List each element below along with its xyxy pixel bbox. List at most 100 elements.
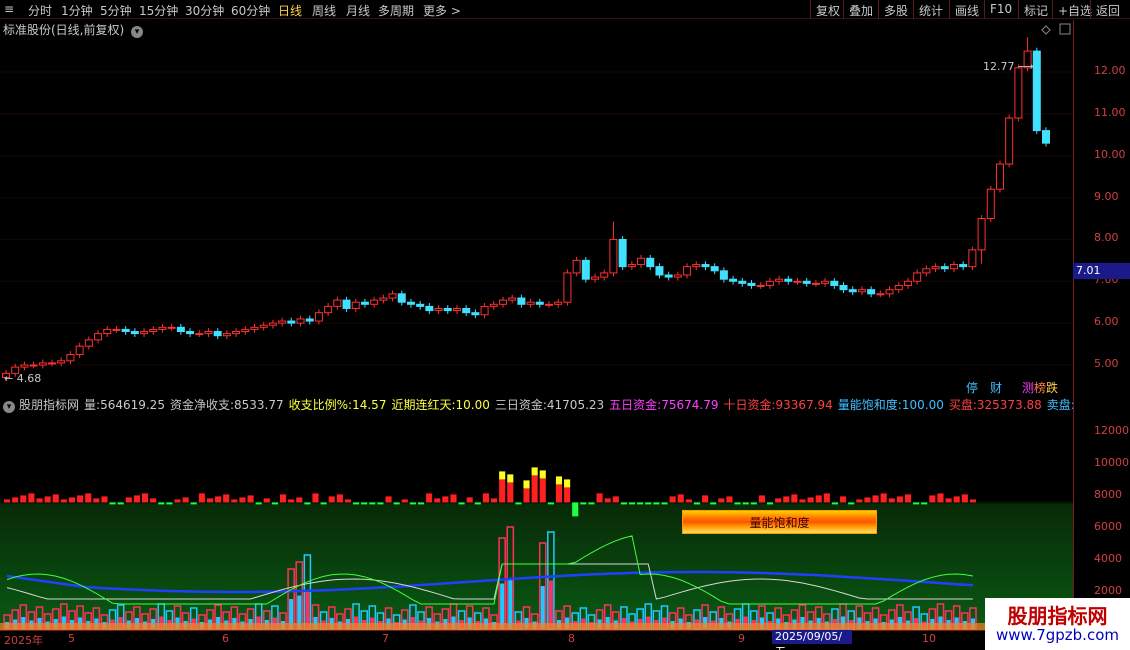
candle-body: [416, 303, 425, 307]
tab-0[interactable]: 分时: [28, 2, 52, 19]
tab-7[interactable]: 周线: [312, 2, 336, 19]
fund-bar: [929, 495, 936, 503]
candlestick-chart[interactable]: 12.77 ⟶ ← 4.68 停财 测榜跌: [0, 20, 1130, 396]
indicator-tick: 10000: [1094, 456, 1129, 469]
corner-button-1[interactable]: 财: [990, 381, 1002, 395]
candle: [949, 261, 958, 273]
fund-bar: [969, 499, 976, 503]
candle: [388, 290, 397, 302]
indicator-panel[interactable]: [0, 414, 1073, 630]
corner-button-0[interactable]: 停: [966, 380, 978, 395]
candle-body: [462, 307, 471, 314]
fund-bar: [60, 499, 67, 503]
tab-6[interactable]: 日线: [278, 2, 302, 19]
candle: [940, 263, 949, 273]
candle-body: [333, 299, 342, 307]
timeline-label: 8: [568, 632, 575, 645]
candle: [931, 263, 940, 273]
toolbar-button-6[interactable]: 标记: [1024, 2, 1048, 19]
candle: [38, 359, 47, 369]
candle: [112, 326, 121, 333]
corner-button-3[interactable]: 榜: [1034, 380, 1046, 395]
fund-bar: [206, 498, 214, 503]
fund-bar: [133, 495, 140, 503]
fund-bar: [353, 502, 360, 505]
price-grid: [0, 71, 1073, 366]
fund-bar: [945, 498, 952, 503]
toolbar-button-1[interactable]: 叠加: [849, 2, 873, 19]
fund-bar: [409, 502, 416, 505]
tab-5[interactable]: 60分钟: [231, 2, 270, 19]
price-tick: 8.00: [1094, 231, 1119, 245]
candle-body: [167, 326, 176, 329]
candle: [130, 328, 139, 337]
fund-bar: [296, 497, 303, 503]
fund-bar: [450, 494, 457, 503]
candle-body: [94, 333, 103, 341]
tab-1[interactable]: 1分钟: [61, 2, 93, 19]
candle: [885, 286, 894, 298]
chevron-down-icon[interactable]: ▾: [3, 401, 15, 413]
layout-icon[interactable]: [1059, 23, 1071, 35]
toolbar-button-7[interactable]: +自选: [1058, 2, 1092, 19]
candle-body: [756, 284, 765, 287]
candle-body: [591, 276, 600, 280]
candle: [986, 185, 995, 222]
candle: [756, 282, 765, 289]
fund-bar-top: [507, 474, 514, 483]
toolbar-button-8[interactable]: 返回: [1096, 2, 1120, 19]
candle: [324, 303, 333, 317]
candle: [351, 298, 360, 312]
candle: [839, 282, 848, 294]
candle: [572, 257, 581, 277]
timeline-label: 2025年: [4, 634, 43, 647]
fund-bar: [758, 495, 765, 503]
candle-body: [498, 299, 507, 305]
candles: [2, 37, 1050, 381]
fund-bar: [239, 497, 246, 503]
candle: [857, 286, 866, 296]
toolbar-button-3[interactable]: 统计: [919, 2, 943, 19]
candle: [84, 336, 93, 350]
tab-3[interactable]: 15分钟: [139, 2, 178, 19]
timeline-label: 5: [68, 632, 75, 645]
tab-8[interactable]: 月线: [346, 2, 370, 19]
indicator-name[interactable]: 股朋指标网: [19, 396, 79, 413]
period-toolbar: 分时 1分钟 5分钟 15分钟 30分钟 60分钟 日线 周线 月线 多周期 更多 > 复权 叠加 多股统…: [0, 0, 1130, 19]
indicator-field-label: 收支比例%:: [288, 398, 353, 412]
fund-bar: [953, 496, 960, 503]
toolbar-button-5[interactable]: F10: [990, 2, 1012, 16]
candle-body: [406, 301, 415, 305]
tab-2[interactable]: 5分钟: [100, 2, 132, 19]
corner-button-2[interactable]: 测: [1022, 381, 1034, 395]
candle: [268, 319, 277, 329]
candle: [627, 261, 636, 270]
candle-body: [158, 326, 167, 330]
fund-bar: [961, 494, 968, 503]
candle-body: [821, 280, 830, 284]
diamond-icon[interactable]: [1041, 25, 1051, 35]
fund-bar: [466, 497, 473, 503]
candle-body: [75, 345, 84, 356]
toolbar-button-2[interactable]: 多股: [884, 2, 908, 19]
toolbar-button-0[interactable]: 复权: [816, 2, 840, 19]
tab-4[interactable]: 30分钟: [185, 2, 224, 19]
toolbar-button-4[interactable]: 画线: [955, 2, 979, 19]
candle-body: [1032, 50, 1041, 132]
fund-bar: [44, 496, 51, 503]
candle-body: [738, 280, 747, 284]
fund-bar: [669, 496, 676, 503]
corner-button-4[interactable]: 跌: [1046, 380, 1058, 395]
fund-bar: [12, 497, 19, 503]
indicator-field-label: 十日资金:: [723, 398, 776, 412]
fund-bar: [904, 494, 912, 503]
fund-bar: [661, 502, 668, 505]
candle: [802, 277, 811, 287]
menu-icon[interactable]: ≡: [4, 2, 14, 16]
candle: [296, 315, 305, 327]
tab-9[interactable]: 多周期: [378, 2, 414, 19]
candle: [719, 267, 728, 283]
tab-10[interactable]: 更多 >: [423, 2, 461, 19]
candle-body: [765, 280, 774, 286]
fund-bar: [888, 498, 895, 503]
